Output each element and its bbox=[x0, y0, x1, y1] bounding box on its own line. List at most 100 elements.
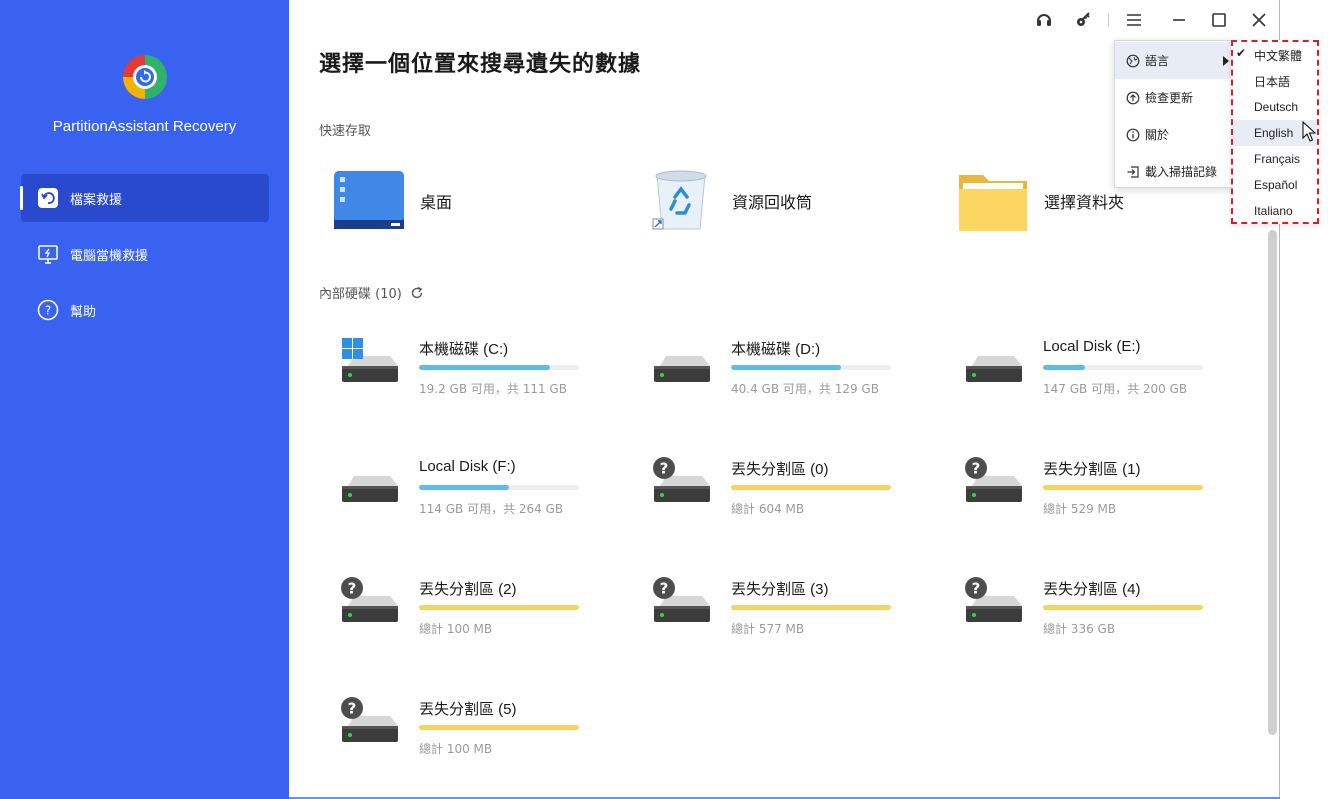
monitor-icon bbox=[37, 243, 59, 265]
disk-name: 本機磁碟 (D:) bbox=[731, 341, 821, 358]
disk-usage-fill bbox=[419, 485, 509, 490]
svg-text:?: ? bbox=[45, 304, 51, 318]
language-option-label: 中文繁體 bbox=[1254, 48, 1303, 63]
language-option-label: English bbox=[1254, 126, 1294, 140]
close-icon[interactable] bbox=[1248, 9, 1270, 31]
maximize-icon[interactable] bbox=[1208, 9, 1230, 31]
drive-icon bbox=[652, 336, 714, 398]
quick-item-select-folder[interactable]: 選擇資料夾 bbox=[956, 168, 1124, 234]
drive-icon bbox=[340, 456, 402, 518]
scrollbar[interactable] bbox=[1268, 230, 1277, 735]
disk-usage-fill bbox=[419, 725, 579, 730]
sidebar-item-label: 電腦當機救援 bbox=[70, 248, 149, 264]
disk-usage-bar bbox=[419, 365, 579, 370]
language-option-de[interactable]: Deutsch bbox=[1233, 94, 1317, 120]
disk-usage-fill bbox=[419, 365, 551, 370]
disk-item[interactable]: 本機磁碟 (D:) 40.4 GB 可用，共 129 GB bbox=[632, 338, 892, 408]
disk-name: 丟失分割區 (3) bbox=[731, 581, 829, 598]
disk-size: 147 GB 可用，共 200 GB bbox=[1043, 382, 1188, 396]
language-icon bbox=[1126, 54, 1140, 68]
language-option-fr[interactable]: Français bbox=[1233, 146, 1317, 172]
update-icon bbox=[1126, 91, 1140, 105]
file-recovery-icon bbox=[37, 187, 59, 209]
windows-drive-icon bbox=[340, 336, 402, 398]
disk-usage-bar bbox=[419, 485, 579, 490]
disk-usage-bar bbox=[731, 605, 891, 610]
quick-item-label: 選擇資料夾 bbox=[1044, 193, 1125, 212]
disk-item[interactable]: ? 丟失分割區 (1) 總計 529 MB bbox=[944, 456, 1204, 528]
lost-partition-icon: ? bbox=[964, 456, 1026, 518]
support-headset-icon[interactable] bbox=[1033, 9, 1055, 31]
quick-item-label: 資源回收筒 bbox=[732, 193, 813, 212]
menu-item-language[interactable]: 語言 bbox=[1115, 42, 1233, 79]
help-icon: ? bbox=[37, 299, 59, 321]
menu-item-check-update[interactable]: 檢查更新 bbox=[1115, 79, 1233, 116]
disk-item[interactable]: ? 丟失分割區 (4) 總計 336 GB bbox=[944, 577, 1204, 648]
language-option-ja[interactable]: 日本語 bbox=[1233, 68, 1317, 94]
disk-name: Local Disk (F:) bbox=[419, 458, 516, 475]
disk-name: 丟失分割區 (1) bbox=[1043, 461, 1141, 478]
disk-item[interactable]: ? 丟失分割區 (3) 總計 577 MB bbox=[632, 576, 892, 648]
disk-size: 總計 100 MB bbox=[419, 742, 493, 756]
svg-text:?: ? bbox=[348, 700, 357, 718]
language-option-label: 日本語 bbox=[1254, 74, 1291, 89]
disk-item[interactable]: 本機磁碟 (C:) 19.2 GB 可用，共 111 GB bbox=[320, 338, 580, 408]
disk-item[interactable]: Local Disk (F:) 114 GB 可用，共 264 GB bbox=[320, 458, 580, 528]
language-option-it[interactable]: Italiano bbox=[1233, 198, 1317, 224]
disk-size: 總計 604 MB bbox=[731, 502, 805, 516]
titlebar-separator bbox=[1108, 13, 1109, 27]
mouse-cursor-icon bbox=[1302, 120, 1318, 143]
menu-item-about[interactable]: 關於 bbox=[1115, 116, 1233, 153]
menu-item-label: 載入掃描記錄 bbox=[1145, 165, 1218, 179]
disk-size: 總計 577 MB bbox=[731, 622, 805, 636]
minimize-icon[interactable] bbox=[1168, 9, 1190, 31]
sidebar-item-file-recovery[interactable]: 檔案救援 bbox=[20, 174, 269, 222]
disk-item[interactable]: Local Disk (E:) 147 GB 可用，共 200 GB bbox=[944, 338, 1204, 408]
language-option-label: Italiano bbox=[1254, 204, 1293, 218]
disk-item[interactable]: ? 丟失分割區 (5) 總計 100 MB bbox=[320, 696, 580, 768]
svg-text:?: ? bbox=[972, 580, 981, 598]
sidebar-item-crash-recovery[interactable]: 電腦當機救援 bbox=[21, 230, 269, 278]
main-menu: 語言 檢查更新 關於 載入掃描記錄 bbox=[1114, 40, 1234, 188]
menu-item-label: 關於 bbox=[1145, 128, 1170, 142]
internal-disks-header: 內部硬碟 (10) bbox=[319, 283, 424, 302]
disk-usage-fill bbox=[731, 605, 891, 610]
disk-name: 丟失分割區 (0) bbox=[731, 461, 829, 478]
page-title: 選擇一個位置來搜尋遺失的數據 bbox=[319, 52, 642, 77]
disk-usage-bar bbox=[1043, 605, 1203, 610]
disk-item[interactable]: ? 丟失分割區 (2) 總計 100 MB bbox=[320, 577, 580, 648]
internal-disks-label: 內部硬碟 (10) bbox=[319, 287, 402, 302]
quick-item-recycle-bin[interactable]: 資源回收筒 bbox=[644, 168, 812, 234]
disk-name: 丟失分割區 (5) bbox=[419, 701, 517, 718]
refresh-icon[interactable] bbox=[410, 286, 424, 300]
svg-text:?: ? bbox=[660, 460, 669, 478]
quick-item-desktop[interactable]: 桌面 bbox=[332, 168, 452, 234]
menu-item-load-scan[interactable]: 載入掃描記錄 bbox=[1115, 153, 1233, 190]
language-option-label: Français bbox=[1254, 152, 1301, 166]
disk-usage-fill bbox=[1043, 605, 1203, 610]
language-option-zh-tw[interactable]: ✔ 中文繁體 bbox=[1233, 42, 1317, 68]
disk-size: 總計 100 MB bbox=[419, 622, 493, 636]
menu-item-label: 檢查更新 bbox=[1145, 91, 1194, 105]
quick-item-label: 桌面 bbox=[420, 193, 453, 212]
check-icon: ✔ bbox=[1236, 46, 1247, 60]
sidebar-item-help[interactable]: ? 幫助 bbox=[21, 286, 269, 334]
disk-usage-fill bbox=[1043, 485, 1203, 490]
disk-usage-bar bbox=[419, 605, 579, 610]
disk-usage-bar bbox=[1043, 485, 1203, 490]
lost-partition-icon: ? bbox=[340, 696, 402, 758]
key-icon[interactable] bbox=[1072, 9, 1094, 31]
lost-partition-icon: ? bbox=[652, 576, 714, 638]
folder-icon bbox=[956, 169, 1030, 233]
disk-name: 丟失分割區 (2) bbox=[419, 581, 517, 598]
language-option-es[interactable]: Español bbox=[1233, 172, 1317, 198]
disk-usage-bar bbox=[1043, 365, 1203, 370]
menu-icon[interactable] bbox=[1123, 9, 1145, 31]
disk-size: 19.2 GB 可用，共 111 GB bbox=[419, 382, 567, 396]
sidebar: PartitionAssistant Recovery 檔案救援 電腦當機救援 … bbox=[0, 0, 289, 799]
disk-item[interactable]: ? 丟失分割區 (0) 總計 604 MB bbox=[632, 457, 892, 528]
desktop-icon bbox=[332, 169, 406, 233]
app-name: PartitionAssistant Recovery bbox=[52, 118, 237, 135]
disk-usage-bar bbox=[731, 365, 891, 370]
disk-usage-fill bbox=[731, 365, 842, 370]
